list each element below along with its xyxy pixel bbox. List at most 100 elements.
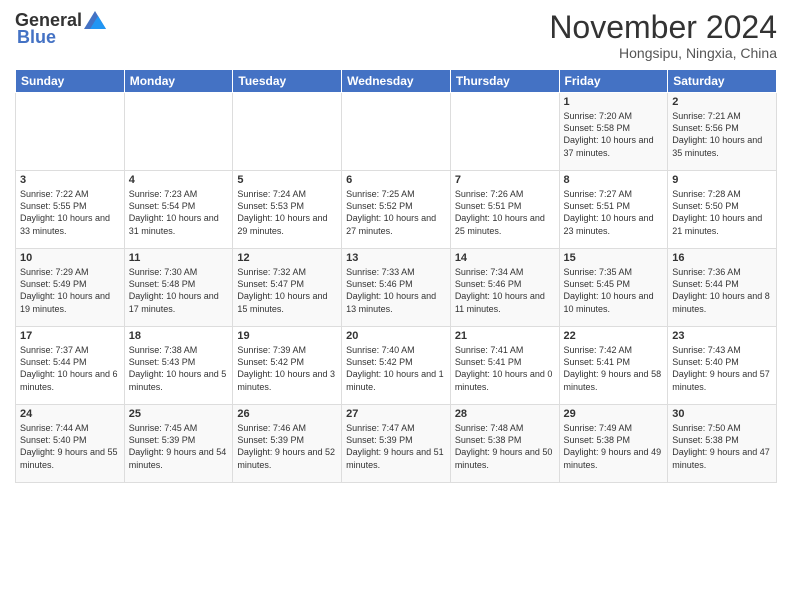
calendar-cell: 25 Sunrise: 7:45 AM Sunset: 5:39 PM Dayli… — [124, 405, 233, 483]
title-area: November 2024 Hongsipu, Ningxia, China — [549, 10, 777, 61]
day-info: Sunrise: 7:34 AM Sunset: 5:46 PM Dayligh… — [455, 266, 555, 315]
calendar-row-1: 1 Sunrise: 7:20 AM Sunset: 5:58 PM Daylig… — [16, 93, 777, 171]
day-number: 18 — [129, 330, 229, 342]
calendar-cell: 1 Sunrise: 7:20 AM Sunset: 5:58 PM Daylig… — [559, 93, 668, 171]
calendar-cell — [124, 93, 233, 171]
day-info: Sunrise: 7:50 AM Sunset: 5:38 PM Dayligh… — [672, 422, 772, 471]
day-info: Sunrise: 7:36 AM Sunset: 5:44 PM Dayligh… — [672, 266, 772, 315]
calendar-cell: 10Sunrise: 7:29 AM Sunset: 5:49 PM Dayli… — [16, 249, 125, 327]
day-number: 17 — [20, 330, 120, 342]
header-monday: Monday — [124, 70, 233, 93]
calendar-cell: 30 Sunrise: 7:50 AM Sunset: 5:38 PM Dayli… — [668, 405, 777, 483]
calendar-cell: 24 Sunrise: 7:44 AM Sunset: 5:40 PM Dayli… — [16, 405, 125, 483]
weekday-header-row: Sunday Monday Tuesday Wednesday Thursday… — [16, 70, 777, 93]
day-number: 16 — [672, 252, 772, 264]
day-number: 14 — [455, 252, 555, 264]
calendar-cell: 5Sunrise: 7:24 AM Sunset: 5:53 PM Daylig… — [233, 171, 342, 249]
day-info: Sunrise: 7:40 AM Sunset: 5:42 PM Dayligh… — [346, 344, 446, 393]
day-number: 8 — [564, 174, 664, 186]
calendar-cell — [450, 93, 559, 171]
day-number: 27 — [346, 408, 446, 420]
calendar-cell: 19 Sunrise: 7:39 AM Sunset: 5:42 PM Dayli… — [233, 327, 342, 405]
day-info: Sunrise: 7:37 AM Sunset: 5:44 PM Dayligh… — [20, 344, 120, 393]
day-info: Sunrise: 7:42 AM Sunset: 5:41 PM Dayligh… — [564, 344, 664, 393]
calendar-cell — [233, 93, 342, 171]
calendar-cell: 28 Sunrise: 7:48 AM Sunset: 5:38 PM Dayli… — [450, 405, 559, 483]
day-info: Sunrise: 7:27 AM Sunset: 5:51 PM Dayligh… — [564, 188, 664, 237]
header: General Blue November 2024 Hongsipu, Nin… — [15, 10, 777, 61]
calendar-cell: 26 Sunrise: 7:46 AM Sunset: 5:39 PM Dayli… — [233, 405, 342, 483]
calendar-row-4: 17 Sunrise: 7:37 AM Sunset: 5:44 PM Dayli… — [16, 327, 777, 405]
calendar-cell: 4 Sunrise: 7:23 AM Sunset: 5:54 PM Daylig… — [124, 171, 233, 249]
calendar-row-2: 3Sunrise: 7:22 AM Sunset: 5:55 PM Daylig… — [16, 171, 777, 249]
day-number: 2 — [672, 96, 772, 108]
month-title: November 2024 — [549, 10, 777, 45]
day-number: 19 — [237, 330, 337, 342]
day-number: 20 — [346, 330, 446, 342]
day-info: Sunrise: 7:41 AM Sunset: 5:41 PM Dayligh… — [455, 344, 555, 393]
day-info: Sunrise: 7:28 AM Sunset: 5:50 PM Dayligh… — [672, 188, 772, 237]
day-info: Sunrise: 7:39 AM Sunset: 5:42 PM Dayligh… — [237, 344, 337, 393]
calendar-cell: 20 Sunrise: 7:40 AM Sunset: 5:42 PM Dayli… — [342, 327, 451, 405]
day-number: 22 — [564, 330, 664, 342]
day-info: Sunrise: 7:35 AM Sunset: 5:45 PM Dayligh… — [564, 266, 664, 315]
day-info: Sunrise: 7:23 AM Sunset: 5:54 PM Dayligh… — [129, 188, 229, 237]
header-tuesday: Tuesday — [233, 70, 342, 93]
day-number: 4 — [129, 174, 229, 186]
day-number: 24 — [20, 408, 120, 420]
day-number: 21 — [455, 330, 555, 342]
day-info: Sunrise: 7:20 AM Sunset: 5:58 PM Dayligh… — [564, 110, 664, 159]
calendar-cell: 7Sunrise: 7:26 AM Sunset: 5:51 PM Daylig… — [450, 171, 559, 249]
header-friday: Friday — [559, 70, 668, 93]
day-number: 6 — [346, 174, 446, 186]
calendar-cell: 13 Sunrise: 7:33 AM Sunset: 5:46 PM Dayli… — [342, 249, 451, 327]
day-info: Sunrise: 7:33 AM Sunset: 5:46 PM Dayligh… — [346, 266, 446, 315]
logo: General Blue — [15, 10, 106, 48]
day-info: Sunrise: 7:24 AM Sunset: 5:53 PM Dayligh… — [237, 188, 337, 237]
day-info: Sunrise: 7:29 AM Sunset: 5:49 PM Dayligh… — [20, 266, 120, 315]
calendar-cell: 9 Sunrise: 7:28 AM Sunset: 5:50 PM Daylig… — [668, 171, 777, 249]
day-number: 30 — [672, 408, 772, 420]
calendar-cell: 18Sunrise: 7:38 AM Sunset: 5:43 PM Dayli… — [124, 327, 233, 405]
day-info: Sunrise: 7:43 AM Sunset: 5:40 PM Dayligh… — [672, 344, 772, 393]
day-number: 13 — [346, 252, 446, 264]
day-number: 12 — [237, 252, 337, 264]
day-number: 23 — [672, 330, 772, 342]
header-sunday: Sunday — [16, 70, 125, 93]
day-number: 9 — [672, 174, 772, 186]
calendar-cell: 14 Sunrise: 7:34 AM Sunset: 5:46 PM Dayli… — [450, 249, 559, 327]
header-wednesday: Wednesday — [342, 70, 451, 93]
day-info: Sunrise: 7:49 AM Sunset: 5:38 PM Dayligh… — [564, 422, 664, 471]
calendar-cell — [342, 93, 451, 171]
day-info: Sunrise: 7:45 AM Sunset: 5:39 PM Dayligh… — [129, 422, 229, 471]
day-number: 1 — [564, 96, 664, 108]
calendar-cell: 29Sunrise: 7:49 AM Sunset: 5:38 PM Dayli… — [559, 405, 668, 483]
day-info: Sunrise: 7:44 AM Sunset: 5:40 PM Dayligh… — [20, 422, 120, 471]
day-info: Sunrise: 7:25 AM Sunset: 5:52 PM Dayligh… — [346, 188, 446, 237]
calendar-cell: 16 Sunrise: 7:36 AM Sunset: 5:44 PM Dayli… — [668, 249, 777, 327]
calendar-cell: 3Sunrise: 7:22 AM Sunset: 5:55 PM Daylig… — [16, 171, 125, 249]
day-info: Sunrise: 7:21 AM Sunset: 5:56 PM Dayligh… — [672, 110, 772, 159]
day-info: Sunrise: 7:48 AM Sunset: 5:38 PM Dayligh… — [455, 422, 555, 471]
calendar-cell: 27Sunrise: 7:47 AM Sunset: 5:39 PM Dayli… — [342, 405, 451, 483]
calendar-cell: 8 Sunrise: 7:27 AM Sunset: 5:51 PM Daylig… — [559, 171, 668, 249]
day-number: 15 — [564, 252, 664, 264]
day-number: 3 — [20, 174, 120, 186]
day-number: 28 — [455, 408, 555, 420]
calendar-row-5: 24 Sunrise: 7:44 AM Sunset: 5:40 PM Dayli… — [16, 405, 777, 483]
calendar-cell — [16, 93, 125, 171]
day-number: 26 — [237, 408, 337, 420]
calendar-cell: 11Sunrise: 7:30 AM Sunset: 5:48 PM Dayli… — [124, 249, 233, 327]
calendar-cell: 22 Sunrise: 7:42 AM Sunset: 5:41 PM Dayli… — [559, 327, 668, 405]
calendar: Sunday Monday Tuesday Wednesday Thursday… — [15, 69, 777, 483]
calendar-cell: 17 Sunrise: 7:37 AM Sunset: 5:44 PM Dayli… — [16, 327, 125, 405]
logo-blue: Blue — [17, 27, 56, 48]
day-number: 25 — [129, 408, 229, 420]
calendar-row-3: 10Sunrise: 7:29 AM Sunset: 5:49 PM Dayli… — [16, 249, 777, 327]
calendar-cell: 6 Sunrise: 7:25 AM Sunset: 5:52 PM Daylig… — [342, 171, 451, 249]
day-info: Sunrise: 7:46 AM Sunset: 5:39 PM Dayligh… — [237, 422, 337, 471]
logo-icon — [84, 11, 106, 29]
day-info: Sunrise: 7:26 AM Sunset: 5:51 PM Dayligh… — [455, 188, 555, 237]
header-thursday: Thursday — [450, 70, 559, 93]
day-number: 11 — [129, 252, 229, 264]
